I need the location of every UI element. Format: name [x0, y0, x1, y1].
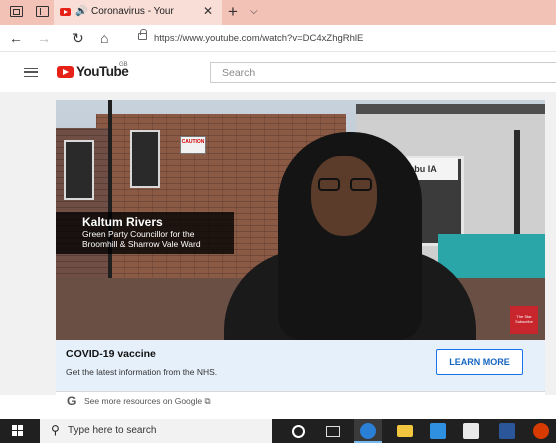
info-panel-title: COVID-19 vaccine: [66, 348, 156, 360]
google-resources-link[interactable]: See more resources on Google ⧉: [84, 396, 211, 406]
forward-icon[interactable]: →: [37, 30, 51, 46]
video-post: [514, 130, 520, 250]
taskbar-search-placeholder: Type here to search: [68, 425, 157, 436]
speaker-name: Kaltum Rivers: [82, 215, 163, 229]
search-placeholder: Search: [222, 67, 256, 79]
browser-tab-active[interactable]: 🔊 Coronavirus - Your ✕: [54, 0, 222, 25]
search-input[interactable]: Search: [210, 62, 556, 83]
url-field[interactable]: https://www.youtube.com/watch?v=DC4xZhgR…: [154, 33, 363, 44]
video-window: [64, 140, 94, 200]
youtube-logo-icon[interactable]: [57, 66, 74, 78]
speaker-glasses: [318, 178, 372, 192]
region-code: GB: [119, 62, 128, 68]
word-icon[interactable]: [499, 423, 515, 439]
youtube-favicon-icon: [60, 8, 71, 16]
audio-playing-icon[interactable]: 🔊: [75, 6, 87, 18]
info-panel-subtitle: Get the latest information from the NHS.: [66, 367, 218, 377]
windows-taskbar: ⚲ Type here to search: [0, 419, 556, 443]
browser-tab-strip: 🔊 Coronavirus - Your ✕ + ⌵: [0, 0, 556, 25]
youtube-masthead: YouTube GB Search: [0, 52, 556, 92]
start-icon[interactable]: [12, 425, 24, 437]
photos-icon[interactable]: [463, 423, 479, 439]
close-tab-icon[interactable]: ✕: [203, 5, 213, 18]
lower-third-caption: Kaltum Rivers Green Party Councillor for…: [56, 212, 234, 254]
refresh-icon[interactable]: ↻: [72, 30, 84, 46]
cortana-icon[interactable]: [292, 425, 305, 438]
task-view-icon[interactable]: [326, 426, 340, 437]
back-icon[interactable]: ←: [9, 30, 23, 46]
office-icon[interactable]: [533, 423, 549, 439]
channel-watermark[interactable]: The Star Subscribe: [510, 306, 538, 334]
file-explorer-icon[interactable]: [397, 425, 413, 437]
video-teal-bin: [438, 234, 545, 278]
new-tab-icon[interactable]: +: [228, 2, 238, 21]
info-panel-footer: G See more resources on Google ⧉: [56, 391, 545, 409]
edge-icon[interactable]: [360, 423, 376, 439]
lock-icon[interactable]: [138, 29, 147, 40]
speaker-face: [311, 156, 377, 236]
learn-more-button[interactable]: LEARN MORE: [436, 349, 523, 375]
speaker-role-line1: Green Party Councillor for the: [82, 229, 195, 239]
video-player[interactable]: CAUTION abu IA Kaltum Rivers Green Party…: [56, 100, 545, 340]
home-icon[interactable]: ⌂: [100, 30, 108, 46]
hamburger-menu-icon[interactable]: [24, 68, 38, 77]
tab-preview-icon[interactable]: [10, 6, 23, 17]
speaker-role-line2: Broomhill & Sharrow Vale Ward: [82, 239, 201, 249]
google-g-icon: G: [67, 394, 77, 408]
caution-sign: CAUTION: [180, 136, 206, 154]
search-icon: ⚲: [51, 423, 60, 437]
tab-title: Coronavirus - Your: [91, 6, 174, 17]
address-bar: ← → ↻ ⌂ https://www.youtube.com/watch?v=…: [0, 25, 556, 52]
tab-list-chevron-icon[interactable]: ⌵: [250, 6, 258, 18]
set-tabs-aside-icon[interactable]: [36, 6, 49, 17]
store-icon[interactable]: [430, 423, 446, 439]
taskbar-search-box[interactable]: ⚲ Type here to search: [40, 419, 272, 443]
covid-info-panel: COVID-19 vaccine Get the latest informat…: [56, 340, 545, 391]
video-window: [130, 130, 160, 188]
